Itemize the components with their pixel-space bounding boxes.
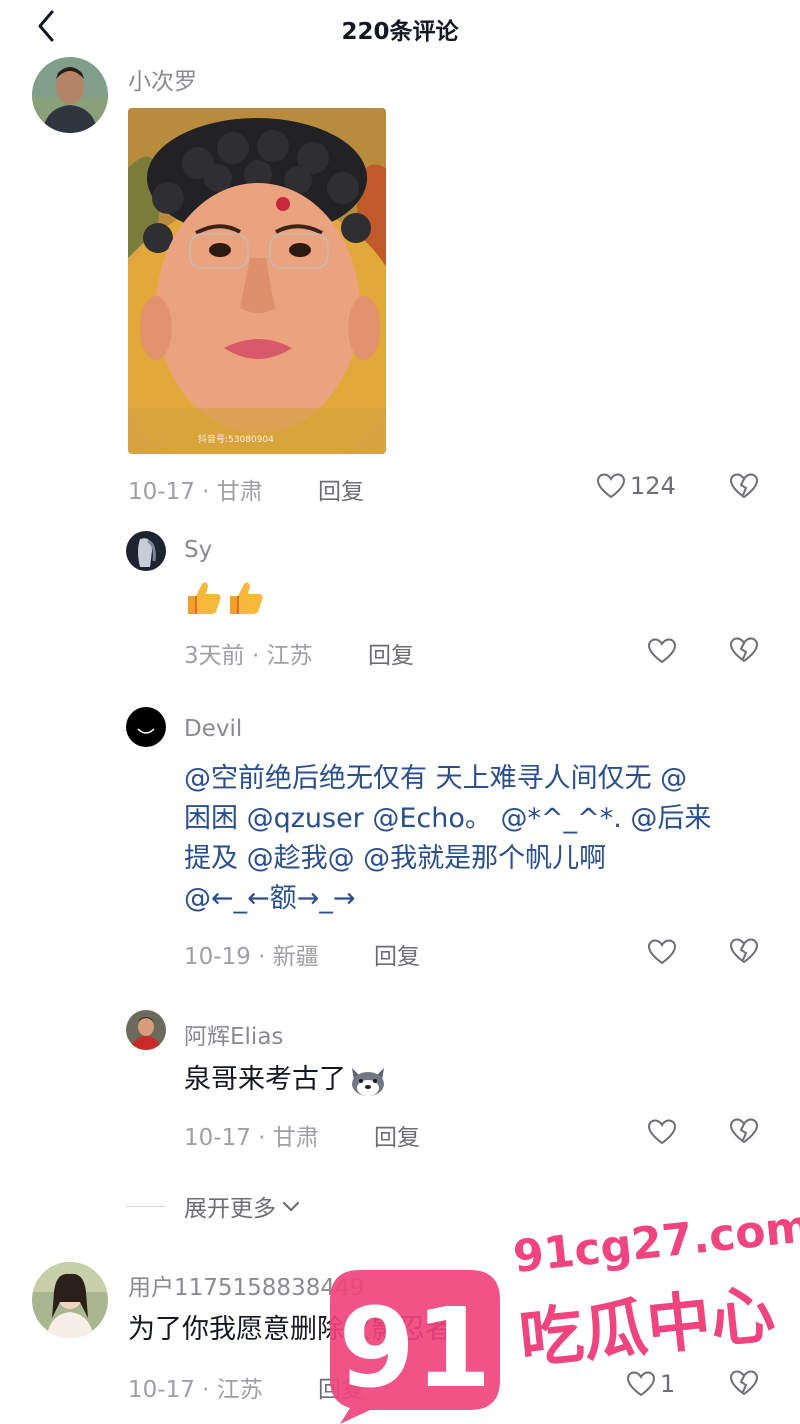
comment-text-line: 提及 @趁我@ @我就是那个帆儿啊 [184,843,607,874]
broken-heart-icon[interactable] [728,1116,760,1146]
reply-button[interactable]: 回复 [318,472,364,506]
heart-icon[interactable] [647,636,677,666]
chevron-down-icon [282,1201,300,1212]
comment-text-line: @空前绝后绝无仅有 天上难寻人间仅无 @ [184,763,688,794]
meta-separator: · [251,643,260,669]
broken-heart-icon[interactable] [728,471,760,501]
watermark: 91 91cg27.com 吃瓜中心 [300,1190,800,1424]
top-bar: 220条评论 [0,0,800,56]
comment-username[interactable]: 阿辉Elias [184,1017,283,1051]
comment-meta: 10-19 · 新疆 [184,937,319,971]
comment-meta: 10-17 · 甘肃 [184,1118,319,1152]
comment-username[interactable]: Sy [184,537,212,563]
heart-icon[interactable] [647,937,677,967]
expand-more-button[interactable]: 展开更多 [126,1186,302,1226]
heart-icon [596,473,626,499]
like-button[interactable]: 1 [626,1369,675,1399]
comment-location: 江苏 [216,1377,263,1403]
meta-separator: · [202,1377,210,1403]
thumbs-up-icon [188,582,263,614]
comment-time: 10-17 [128,1377,195,1403]
comment-text: @空前绝后绝无仅有 天上难寻人间仅无 @ 困困 @qzuser @Echo。 @… [184,759,774,919]
comment-image[interactable]: 抖音号:53080904 [128,108,386,454]
image-watermark-text: 抖音号:53080904 [198,433,274,445]
watermark-slogan: 吃瓜中心 [516,1278,778,1378]
heart-icon [626,1371,656,1397]
comment-time: 10-17 [184,1125,251,1151]
comment-time: 3天前 [184,643,245,669]
like-button[interactable]: 124 [596,471,676,501]
comment-text-content: 泉哥来考古了 [184,1064,346,1095]
comment-text: 为了你我愿意删除火影忍者 [128,1314,452,1345]
comment-username[interactable]: 用户1175158838449 [128,1268,364,1302]
broken-heart-icon[interactable] [728,635,760,665]
comment-text-line: @←_←额→_→ [184,883,356,914]
comment-time: 10-19 [184,944,251,970]
avatar[interactable] [32,1262,108,1338]
comment-time: 10-17 [128,479,195,505]
like-count: 1 [660,1370,676,1398]
comment-username[interactable]: 小次罗 [128,62,197,96]
reply-button[interactable]: 回复 [374,1118,420,1152]
expand-more-label: 展开更多 [184,1196,276,1222]
comment-location: 甘肃 [272,1125,319,1151]
comment-location: 甘肃 [216,479,263,505]
comment-text: 泉哥来考古了 [184,1060,388,1100]
husky-emoji-icon [352,1068,384,1096]
broken-heart-icon[interactable] [728,1368,760,1398]
heart-icon[interactable] [647,1117,677,1147]
avatar[interactable] [126,531,166,571]
reply-button[interactable]: 回复 [368,636,414,670]
meta-separator: · [202,479,210,505]
comment-meta: 10-17 · 甘肃 [128,472,263,506]
comment-emoji [184,578,268,630]
like-count: 124 [630,472,676,500]
broken-heart-icon[interactable] [728,936,760,966]
reply-button[interactable]: 回复 [318,1370,364,1404]
comment-meta: 10-17 · 江苏 [128,1370,263,1404]
comment-meta: 3天前 · 江苏 [184,636,313,670]
comment-location: 新疆 [272,944,319,970]
reply-button[interactable]: 回复 [374,937,420,971]
page-title: 220条评论 [341,19,459,45]
avatar[interactable] [126,707,166,747]
comment-text-line: 困困 @qzuser @Echo。 @*^_^*. @后来 [184,803,712,834]
comment-username[interactable]: Devil [184,716,242,742]
meta-separator: · [258,944,266,970]
meta-separator: · [258,1125,266,1151]
comment-location: 江苏 [266,643,313,669]
avatar[interactable] [32,57,108,133]
divider [126,1205,166,1207]
avatar[interactable] [126,1010,166,1050]
watermark-domain: 91cg27.com [511,1201,800,1283]
